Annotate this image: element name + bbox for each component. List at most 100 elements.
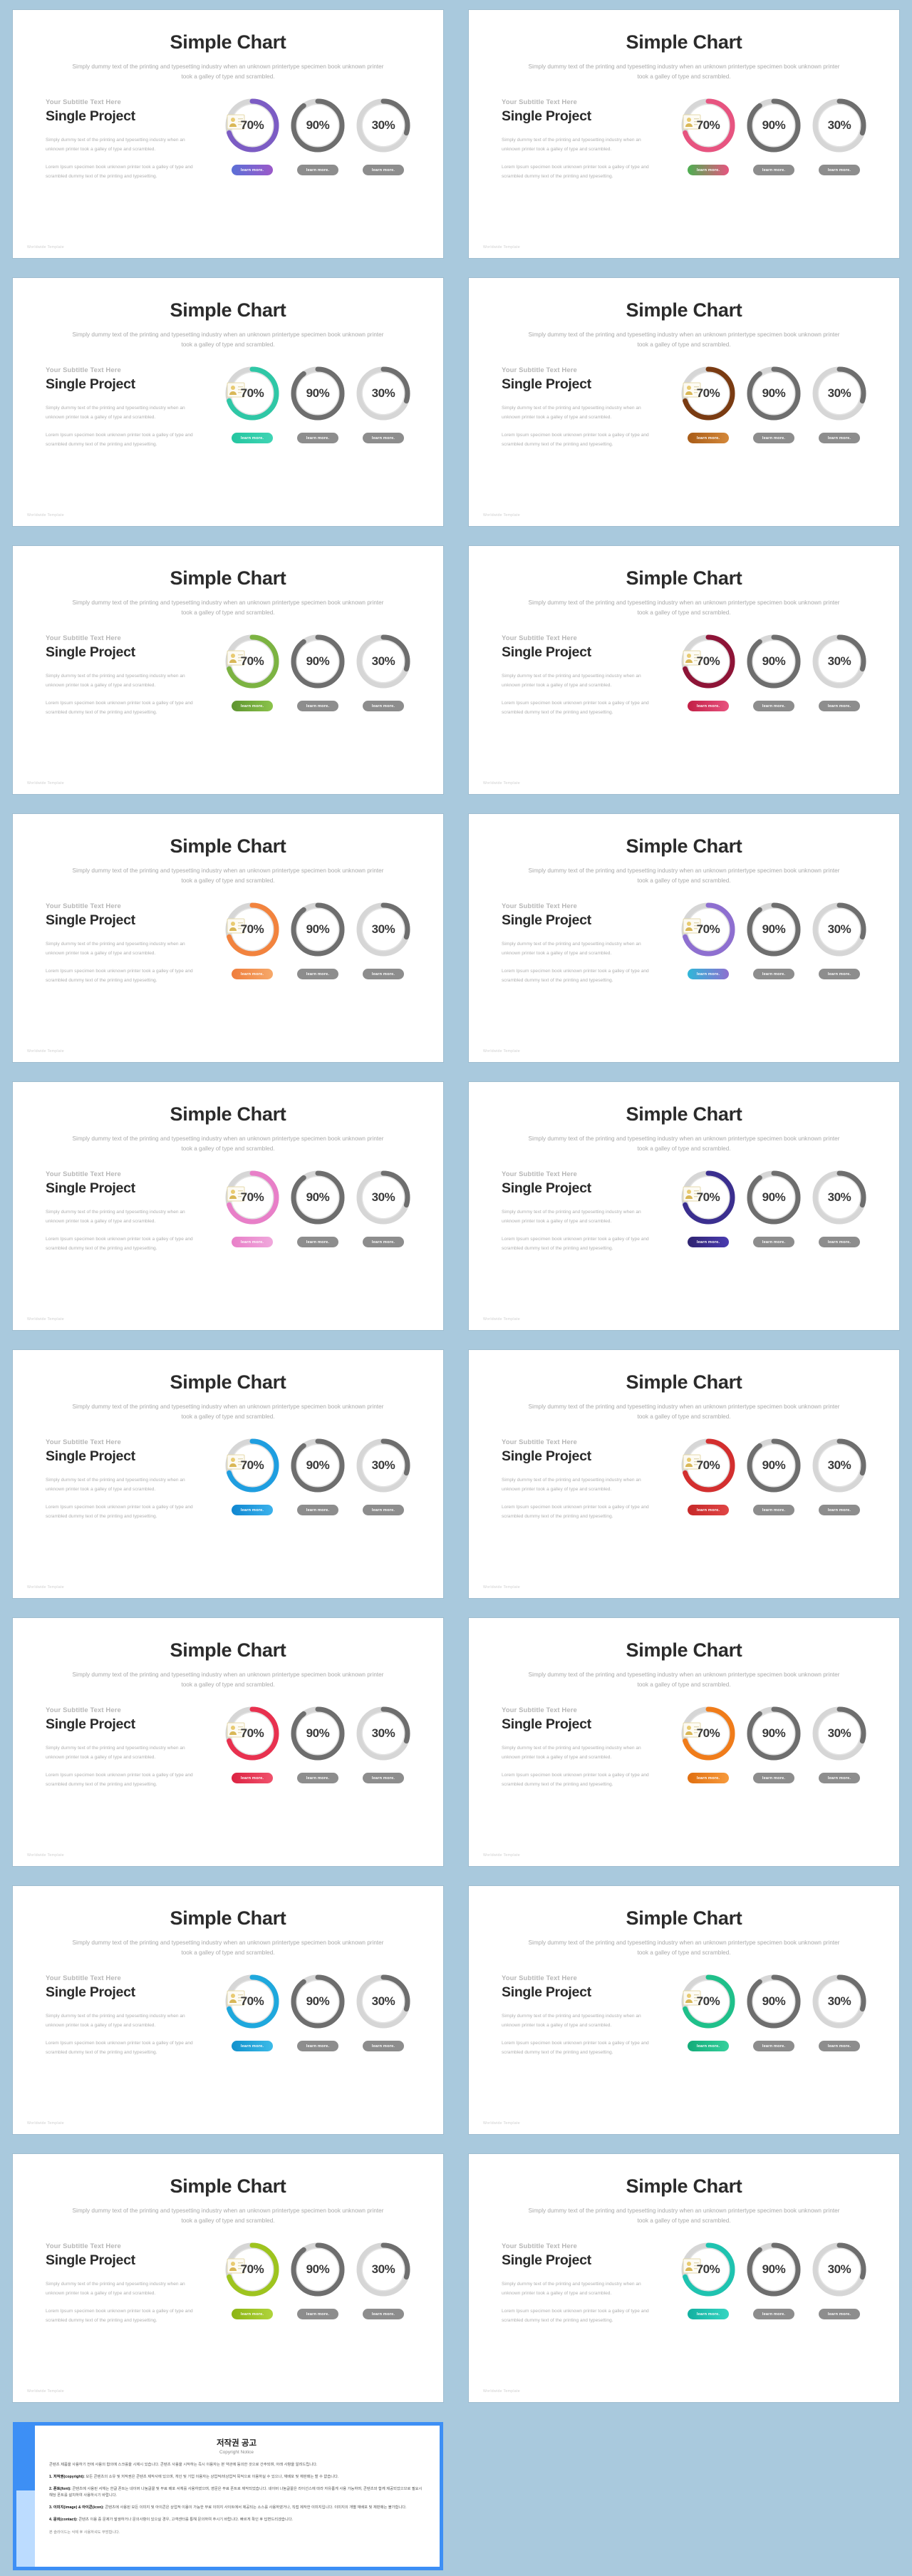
slide-cell[interactable]: Simple Chart Simply dummy text of the pr…: [0, 1876, 456, 2144]
kpi-button[interactable]: learn more.: [232, 165, 273, 175]
donut-wrapper: 90%: [288, 1168, 348, 1227]
slide-cell[interactable]: Simple Chart Simply dummy text of the pr…: [0, 536, 456, 804]
kpi-button[interactable]: learn more.: [753, 433, 794, 443]
slide-cell[interactable]: Simple Chart Simply dummy text of the pr…: [456, 1072, 912, 1340]
kpi-button[interactable]: learn more.: [232, 433, 273, 443]
slide[interactable]: Simple Chart Simply dummy text of the pr…: [13, 278, 443, 526]
kpi-button[interactable]: learn more.: [819, 701, 860, 711]
slide-cell[interactable]: Simple Chart Simply dummy text of the pr…: [0, 1608, 456, 1876]
kpi-button[interactable]: learn more.: [819, 165, 860, 175]
kpi-button[interactable]: learn more.: [363, 1773, 404, 1783]
kpi-item: 90% learn more.: [741, 900, 807, 985]
slide[interactable]: Simple Chart Simply dummy text of the pr…: [13, 1350, 443, 1598]
slide-cell[interactable]: Simple Chart Simply dummy text of the pr…: [0, 0, 456, 268]
copyright-slide-cell[interactable]: 저작권 공고 Copyright Notice 콘텐츠 제품을 사용하기 전에 …: [0, 2412, 456, 2576]
slide[interactable]: Simple Chart Simply dummy text of the pr…: [469, 1350, 899, 1598]
slide[interactable]: Simple Chart Simply dummy text of the pr…: [469, 1082, 899, 1330]
slide[interactable]: Simple Chart Simply dummy text of the pr…: [469, 546, 899, 794]
kpi-button[interactable]: learn more.: [688, 2309, 729, 2319]
kpi-button[interactable]: learn more.: [363, 433, 404, 443]
kpi-button[interactable]: learn more.: [363, 1505, 404, 1515]
slide[interactable]: Simple Chart Simply dummy text of the pr…: [469, 814, 899, 1062]
kpi-button[interactable]: learn more.: [819, 1773, 860, 1783]
kpi-button[interactable]: learn more.: [688, 1773, 729, 1783]
slide[interactable]: Simple Chart Simply dummy text of the pr…: [13, 1082, 443, 1330]
slide-cell[interactable]: Simple Chart Simply dummy text of the pr…: [0, 2144, 456, 2412]
kpi-button[interactable]: learn more.: [688, 433, 729, 443]
slide-cell[interactable]: Simple Chart Simply dummy text of the pr…: [456, 0, 912, 268]
slide[interactable]: Simple Chart Simply dummy text of the pr…: [13, 546, 443, 794]
slide-cell[interactable]: Simple Chart Simply dummy text of the pr…: [0, 804, 456, 1072]
slide-cell[interactable]: Simple Chart Simply dummy text of the pr…: [0, 1072, 456, 1340]
kpi-button[interactable]: learn more.: [363, 969, 404, 979]
slide-cell[interactable]: Simple Chart Simply dummy text of the pr…: [456, 268, 912, 536]
kpi-button[interactable]: learn more.: [232, 1237, 273, 1247]
kpi-button[interactable]: learn more.: [297, 165, 338, 175]
donut-wrapper: 70%: [678, 900, 738, 959]
slide-cell[interactable]: Simple Chart Simply dummy text of the pr…: [456, 536, 912, 804]
kpi-button[interactable]: learn more.: [297, 701, 338, 711]
slide-cell[interactable]: Simple Chart Simply dummy text of the pr…: [456, 2144, 912, 2412]
slide-cell[interactable]: Simple Chart Simply dummy text of the pr…: [456, 1876, 912, 2144]
kpi-button[interactable]: learn more.: [363, 701, 404, 711]
kpi-button[interactable]: learn more.: [232, 2309, 273, 2319]
kpi-button[interactable]: learn more.: [819, 2041, 860, 2051]
kpi-button[interactable]: learn more.: [753, 1237, 794, 1247]
slide[interactable]: Simple Chart Simply dummy text of the pr…: [13, 10, 443, 258]
kpi-button[interactable]: learn more.: [753, 165, 794, 175]
slide-text-column: Your Subtitle Text Here Single Project S…: [46, 1702, 201, 1789]
slide[interactable]: Simple Chart Simply dummy text of the pr…: [469, 10, 899, 258]
kpi-button[interactable]: learn more.: [819, 1237, 860, 1247]
kpi-button[interactable]: learn more.: [753, 1773, 794, 1783]
kpi-button[interactable]: learn more.: [819, 969, 860, 979]
kpi-button[interactable]: learn more.: [297, 433, 338, 443]
kpi-button[interactable]: learn more.: [753, 2041, 794, 2051]
kpi-button[interactable]: learn more.: [753, 2309, 794, 2319]
kpi-button[interactable]: learn more.: [753, 969, 794, 979]
kpi-button[interactable]: learn more.: [363, 165, 404, 175]
kpi-value: 90%: [762, 1726, 786, 1740]
kpi-button[interactable]: learn more.: [297, 2309, 338, 2319]
kpi-button[interactable]: learn more.: [688, 1237, 729, 1247]
slide[interactable]: Simple Chart Simply dummy text of the pr…: [469, 1886, 899, 2134]
kpi-button[interactable]: learn more.: [688, 1505, 729, 1515]
kpi-button[interactable]: learn more.: [297, 1505, 338, 1515]
kpi-button[interactable]: learn more.: [819, 433, 860, 443]
kpi-button[interactable]: learn more.: [753, 701, 794, 711]
kpi-button[interactable]: learn more.: [232, 1505, 273, 1515]
slide[interactable]: Simple Chart Simply dummy text of the pr…: [13, 814, 443, 1062]
slide[interactable]: Simple Chart Simply dummy text of the pr…: [469, 278, 899, 526]
slide-cell[interactable]: Simple Chart Simply dummy text of the pr…: [0, 1340, 456, 1608]
copyright-slide[interactable]: 저작권 공고 Copyright Notice 콘텐츠 제품을 사용하기 전에 …: [13, 2422, 443, 2570]
copyright-item: 1. 저작권(copyright): 모든 콘텐츠의 소유 및 저작권은 콘텐츠…: [49, 2474, 424, 2481]
slide[interactable]: Simple Chart Simply dummy text of the pr…: [469, 1618, 899, 1866]
slide-cell[interactable]: Simple Chart Simply dummy text of the pr…: [456, 804, 912, 1072]
slide[interactable]: Simple Chart Simply dummy text of the pr…: [469, 2154, 899, 2402]
kpi-button[interactable]: learn more.: [753, 1505, 794, 1515]
kpi-button[interactable]: learn more.: [232, 1773, 273, 1783]
kpi-button[interactable]: learn more.: [363, 2041, 404, 2051]
kpi-button[interactable]: learn more.: [363, 2309, 404, 2319]
kpi-button[interactable]: learn more.: [232, 2041, 273, 2051]
slide-body: Your Subtitle Text Here Single Project S…: [469, 898, 899, 985]
slide[interactable]: Simple Chart Simply dummy text of the pr…: [13, 2154, 443, 2402]
kpi-button[interactable]: learn more.: [688, 969, 729, 979]
slide-cell[interactable]: Simple Chart Simply dummy text of the pr…: [456, 1608, 912, 1876]
kpi-button[interactable]: learn more.: [688, 2041, 729, 2051]
kpi-button[interactable]: learn more.: [297, 1773, 338, 1783]
kpi-button[interactable]: learn more.: [232, 969, 273, 979]
kpi-button[interactable]: learn more.: [297, 1237, 338, 1247]
kpi-button[interactable]: learn more.: [688, 701, 729, 711]
kpi-button[interactable]: learn more.: [297, 2041, 338, 2051]
slide[interactable]: Simple Chart Simply dummy text of the pr…: [13, 1618, 443, 1866]
kpi-button[interactable]: learn more.: [363, 1237, 404, 1247]
kpi-button[interactable]: learn more.: [688, 165, 729, 175]
slide-cell[interactable]: Simple Chart Simply dummy text of the pr…: [0, 268, 456, 536]
kpi-button[interactable]: learn more.: [232, 701, 273, 711]
slide-cell[interactable]: Simple Chart Simply dummy text of the pr…: [456, 1340, 912, 1608]
kpi-button[interactable]: learn more.: [819, 1505, 860, 1515]
donut-wrapper: 70%: [678, 1704, 738, 1763]
kpi-button[interactable]: learn more.: [819, 2309, 860, 2319]
kpi-button[interactable]: learn more.: [297, 969, 338, 979]
slide[interactable]: Simple Chart Simply dummy text of the pr…: [13, 1886, 443, 2134]
